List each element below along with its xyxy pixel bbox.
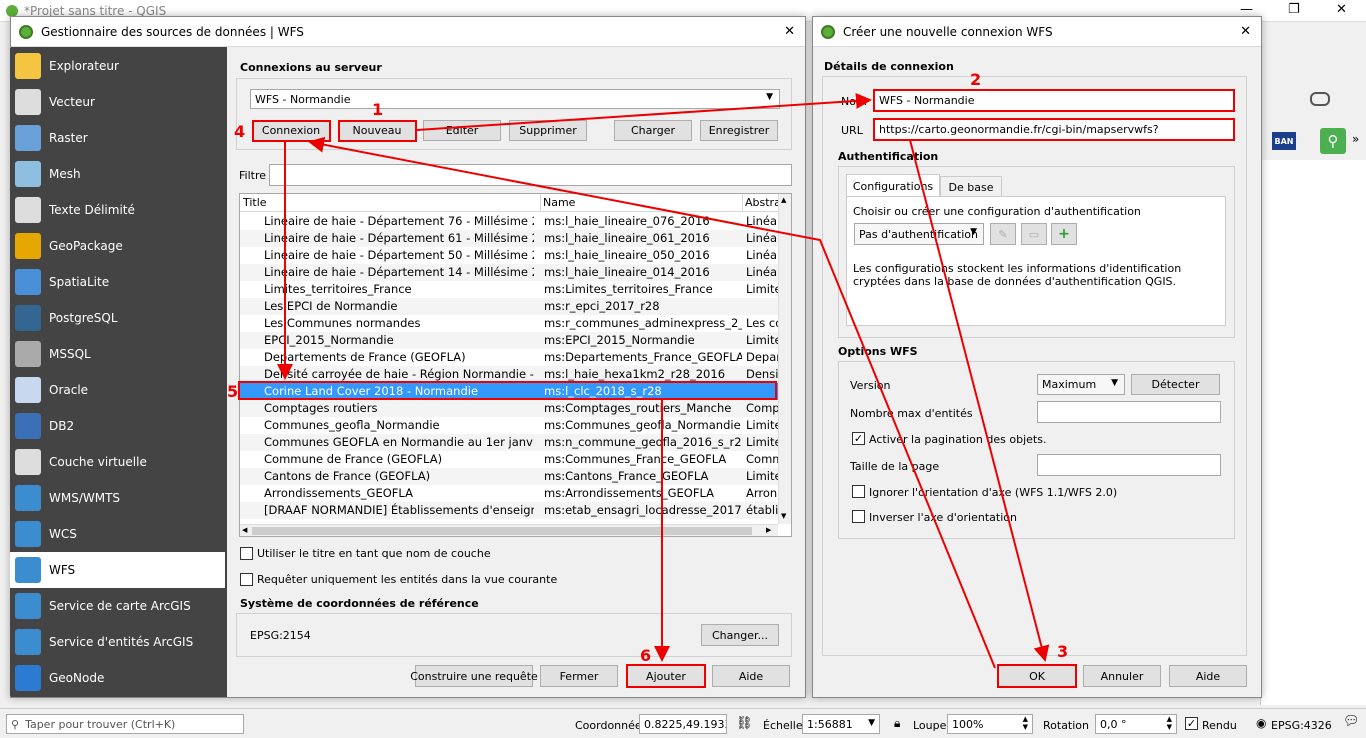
annotation-5: 5 <box>227 382 239 401</box>
arrow-3-to-4 <box>308 136 996 669</box>
annotation-2: 2 <box>970 70 982 89</box>
annotation-3: 3 <box>1057 642 1069 661</box>
arrow-2-to-3 <box>909 139 1050 662</box>
annotation-arrows <box>277 92 1050 669</box>
annotation-6: 6 <box>640 646 652 665</box>
arrow-1-to-2 <box>416 92 872 131</box>
annotation-1: 1 <box>372 100 384 119</box>
annotation-4: 4 <box>234 122 246 141</box>
